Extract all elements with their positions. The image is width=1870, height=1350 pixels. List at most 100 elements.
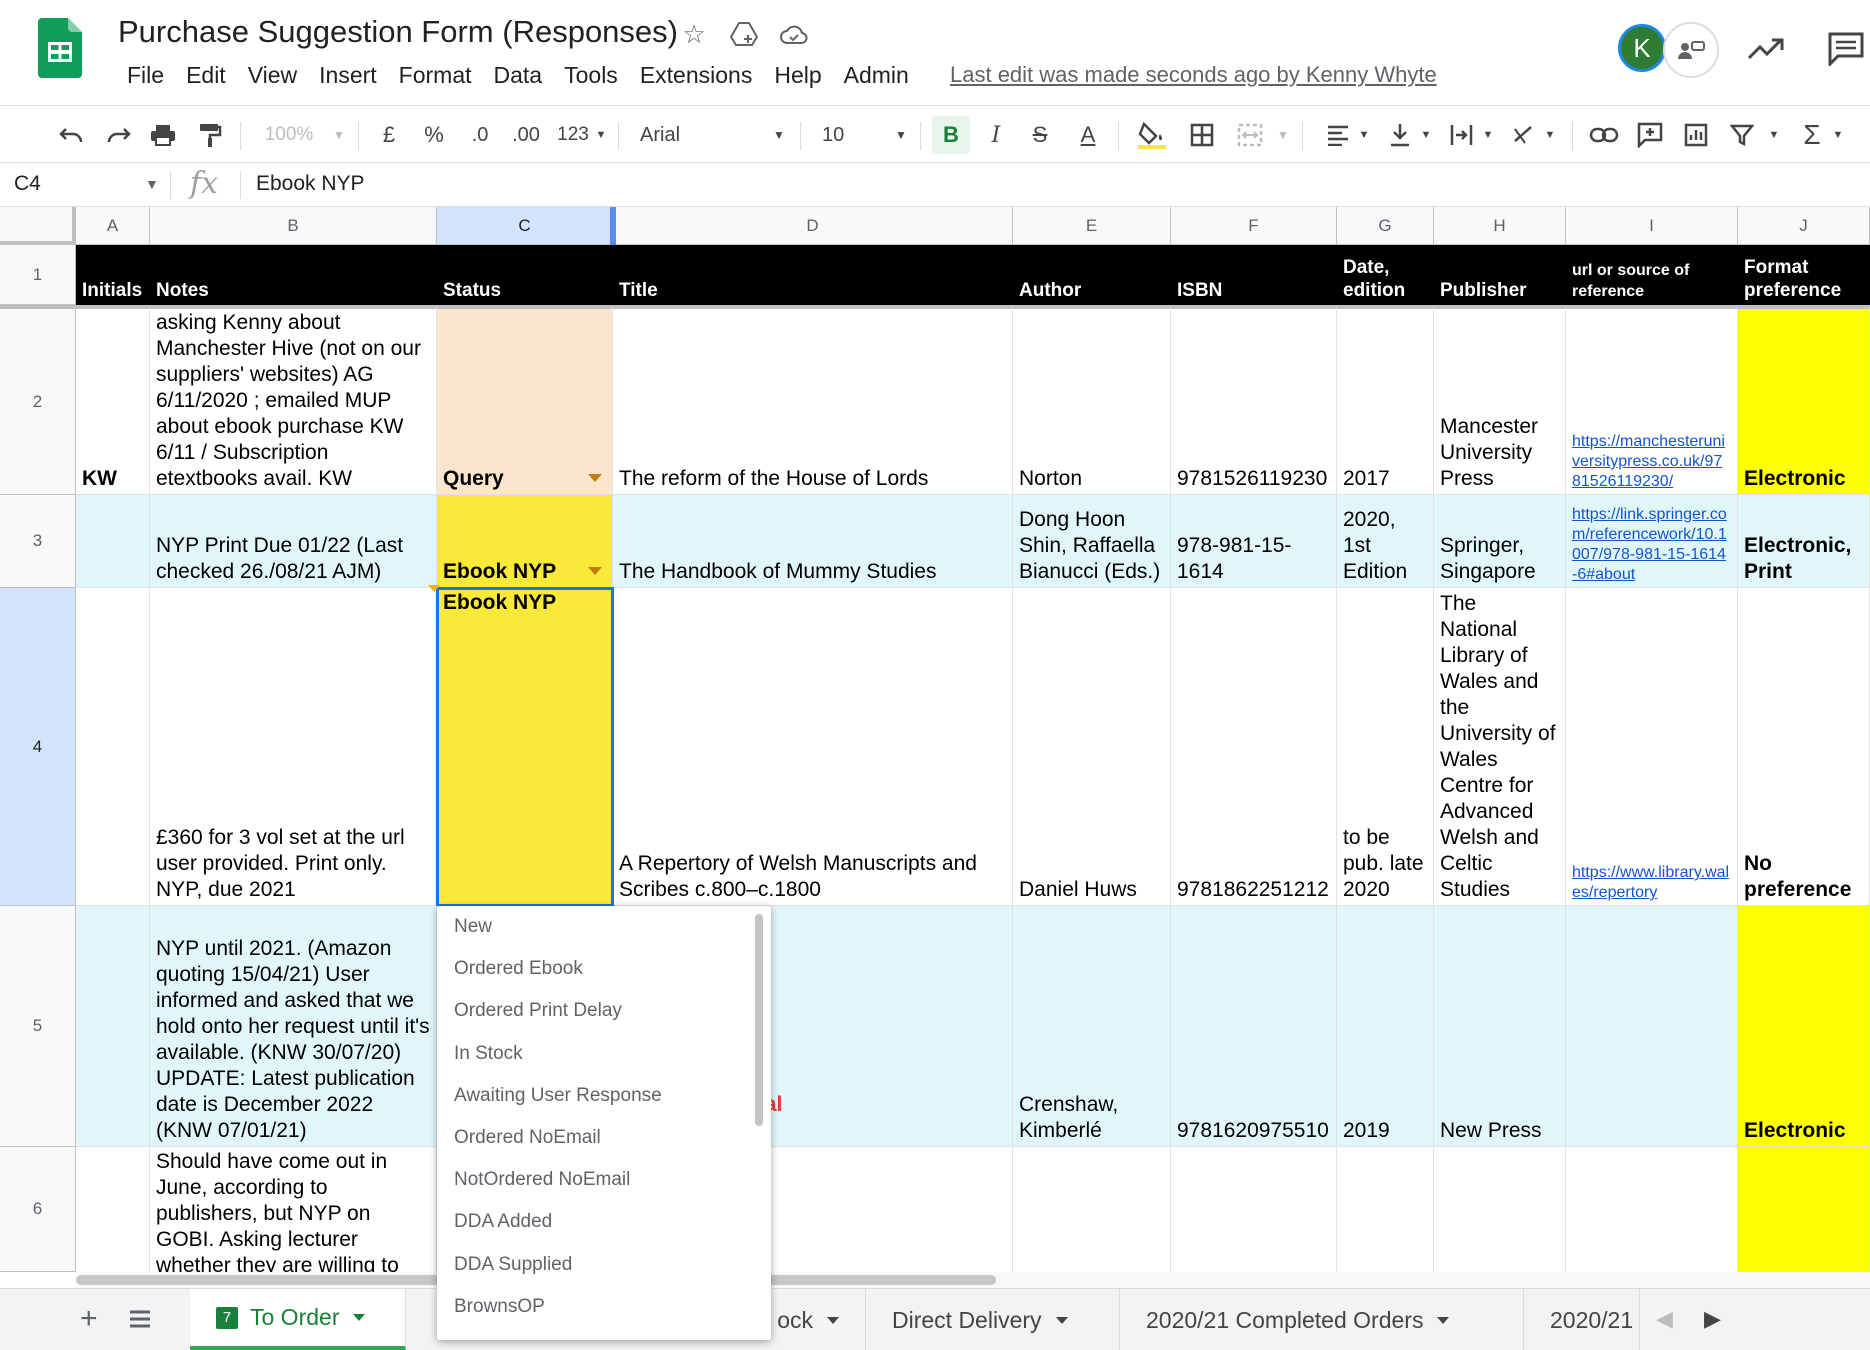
- font-size-select[interactable]: 10: [822, 116, 862, 154]
- rotation-dropdown-icon[interactable]: ▼: [1542, 116, 1558, 154]
- cell-i6[interactable]: [1566, 1147, 1738, 1272]
- cell-c4-status-selected[interactable]: Ebook NYP: [437, 588, 613, 906]
- cell-d2[interactable]: The reform of the House of Lords: [613, 305, 1013, 495]
- column-header-c[interactable]: C: [437, 207, 613, 245]
- cell-i2-link[interactable]: https://manchesteruniversitypress.co.uk/…: [1566, 305, 1738, 495]
- insert-comment-icon[interactable]: [1630, 116, 1670, 154]
- row-header-3[interactable]: 3: [0, 495, 76, 588]
- cell-link-text[interactable]: https://manchesteruniversitypress.co.uk/…: [1572, 432, 1731, 492]
- cell-b4[interactable]: £360 for 3 vol set at the url user provi…: [150, 588, 437, 906]
- cell-g5[interactable]: 2019: [1337, 906, 1434, 1147]
- all-sheets-icon[interactable]: [128, 1297, 152, 1341]
- dropdown-option-awaiting-user-response[interactable]: Awaiting User Response: [437, 1075, 771, 1117]
- paint-format-icon[interactable]: [190, 116, 230, 154]
- valign-dropdown-icon[interactable]: ▼: [1418, 116, 1434, 154]
- cell-e3[interactable]: Dong Hoon Shin, Raffaella Bianucci (Eds.…: [1013, 495, 1171, 588]
- column-header-i[interactable]: I: [1566, 207, 1738, 245]
- cell-e6[interactable]: [1013, 1147, 1171, 1272]
- cell-c3-status[interactable]: Ebook NYP: [437, 495, 613, 588]
- text-color-button[interactable]: A: [1068, 116, 1108, 154]
- cell-a6[interactable]: [76, 1147, 150, 1272]
- column-header-a[interactable]: A: [76, 207, 150, 245]
- filter-dropdown-icon[interactable]: ▼: [1766, 116, 1782, 154]
- font-size-dropdown-icon[interactable]: ▼: [892, 116, 910, 154]
- header-author[interactable]: Author: [1013, 245, 1171, 305]
- cell-j5[interactable]: Electronic: [1738, 906, 1870, 1147]
- zoom-select[interactable]: 100%: [258, 116, 320, 154]
- cell-i5[interactable]: [1566, 906, 1738, 1147]
- trending-icon[interactable]: [1746, 32, 1786, 64]
- cell-e4[interactable]: Daniel Huws: [1013, 588, 1171, 906]
- bold-button[interactable]: B: [932, 116, 970, 154]
- text-rotation-icon[interactable]: [1504, 116, 1544, 154]
- cell-c2-status[interactable]: Query: [437, 305, 613, 495]
- header-format[interactable]: Format preference: [1738, 245, 1870, 305]
- vertical-align-icon[interactable]: [1380, 116, 1420, 154]
- menu-admin[interactable]: Admin: [833, 60, 920, 91]
- cell-f6[interactable]: [1171, 1147, 1337, 1272]
- more-formats-dropdown-icon[interactable]: ▼: [594, 116, 608, 154]
- formula-input[interactable]: Ebook NYP: [256, 172, 365, 196]
- dropdown-option-brownsop[interactable]: BrownsOP: [437, 1286, 771, 1328]
- dropdown-option-new[interactable]: New: [437, 906, 771, 948]
- cell-f5[interactable]: 9781620975510: [1171, 906, 1337, 1147]
- cell-j2[interactable]: Electronic: [1738, 305, 1870, 495]
- cell-e5[interactable]: Crenshaw, Kimberlé: [1013, 906, 1171, 1147]
- name-box-dropdown-icon[interactable]: ▼: [145, 176, 159, 192]
- decrease-decimal-button[interactable]: .0: [462, 116, 498, 154]
- filter-icon[interactable]: [1722, 116, 1762, 154]
- header-initials[interactable]: Initials: [76, 245, 150, 305]
- last-edit-link[interactable]: Last edit was made seconds ago by Kenny …: [950, 62, 1437, 88]
- zoom-dropdown-icon[interactable]: ▼: [330, 116, 348, 154]
- row-header-6[interactable]: 6: [0, 1147, 76, 1272]
- move-to-drive-icon[interactable]: [726, 16, 762, 52]
- menu-file[interactable]: File: [116, 60, 175, 91]
- document-title[interactable]: Purchase Suggestion Form (Responses): [118, 14, 678, 50]
- header-title[interactable]: Title: [613, 245, 1013, 305]
- cell-b6[interactable]: Should have come out in June, according …: [150, 1147, 437, 1272]
- cell-j6[interactable]: [1738, 1147, 1870, 1272]
- comments-icon[interactable]: [1826, 30, 1866, 66]
- sheet-tab-completed-orders[interactable]: 2020/21 Completed Orders: [1120, 1289, 1524, 1350]
- chevron-down-icon[interactable]: [1055, 1316, 1068, 1324]
- text-wrapping-icon[interactable]: [1442, 116, 1482, 154]
- strikethrough-button[interactable]: S: [1022, 116, 1058, 154]
- cell-g6[interactable]: [1337, 1147, 1434, 1272]
- sheet-tab-to-order[interactable]: 7 To Order: [190, 1289, 406, 1350]
- cell-a5[interactable]: [76, 906, 150, 1147]
- cell-b3[interactable]: NYP Print Due 01/22 (Last checked 26./08…: [150, 495, 437, 588]
- scroll-tabs-right-icon[interactable]: ▶: [1704, 1297, 1721, 1341]
- header-url[interactable]: url or source of reference: [1566, 245, 1738, 305]
- menu-insert[interactable]: Insert: [308, 60, 388, 91]
- menu-extensions[interactable]: Extensions: [629, 60, 764, 91]
- increase-decimal-button[interactable]: .00: [506, 116, 546, 154]
- menu-format[interactable]: Format: [388, 60, 483, 91]
- cell-d4[interactable]: A Repertory of Welsh Manuscripts and Scr…: [613, 588, 1013, 906]
- cell-f3[interactable]: 978-981-15-1614: [1171, 495, 1337, 588]
- dropdown-option-notordered-noemail[interactable]: NotOrdered NoEmail: [437, 1159, 771, 1201]
- sheet-tab-2020-21-partial[interactable]: 2020/21 I: [1524, 1289, 1640, 1350]
- cell-g3[interactable]: 2020, 1st Edition: [1337, 495, 1434, 588]
- dropdown-option-dda-added[interactable]: DDA Added: [437, 1201, 771, 1243]
- currency-format-button[interactable]: £: [376, 116, 402, 154]
- header-isbn[interactable]: ISBN: [1171, 245, 1337, 305]
- cell-h6[interactable]: [1434, 1147, 1566, 1272]
- header-notes[interactable]: Notes: [150, 245, 437, 305]
- horizontal-scrollbar[interactable]: [76, 1272, 1870, 1288]
- menu-data[interactable]: Data: [483, 60, 554, 91]
- insert-chart-icon[interactable]: [1676, 116, 1716, 154]
- column-header-j[interactable]: J: [1738, 207, 1870, 245]
- cell-g2[interactable]: 2017: [1337, 305, 1434, 495]
- scroll-tabs-left-icon[interactable]: ◀: [1656, 1297, 1673, 1341]
- row-header-1[interactable]: 1: [0, 245, 76, 305]
- merge-dropdown-icon[interactable]: ▼: [1274, 116, 1292, 154]
- cell-link-text[interactable]: https://link.springer.com/referencework/…: [1572, 505, 1731, 585]
- cell-f4[interactable]: 9781862251212: [1171, 588, 1337, 906]
- collaborator-avatar[interactable]: K: [1618, 24, 1666, 72]
- star-icon[interactable]: ☆: [676, 16, 712, 52]
- menu-edit[interactable]: Edit: [175, 60, 237, 91]
- column-header-d[interactable]: D: [613, 207, 1013, 245]
- dropdown-option-ordered-print-delay[interactable]: Ordered Print Delay: [437, 990, 771, 1032]
- dropdown-option-ordered-ebook[interactable]: Ordered Ebook: [437, 948, 771, 990]
- column-header-e[interactable]: E: [1013, 207, 1171, 245]
